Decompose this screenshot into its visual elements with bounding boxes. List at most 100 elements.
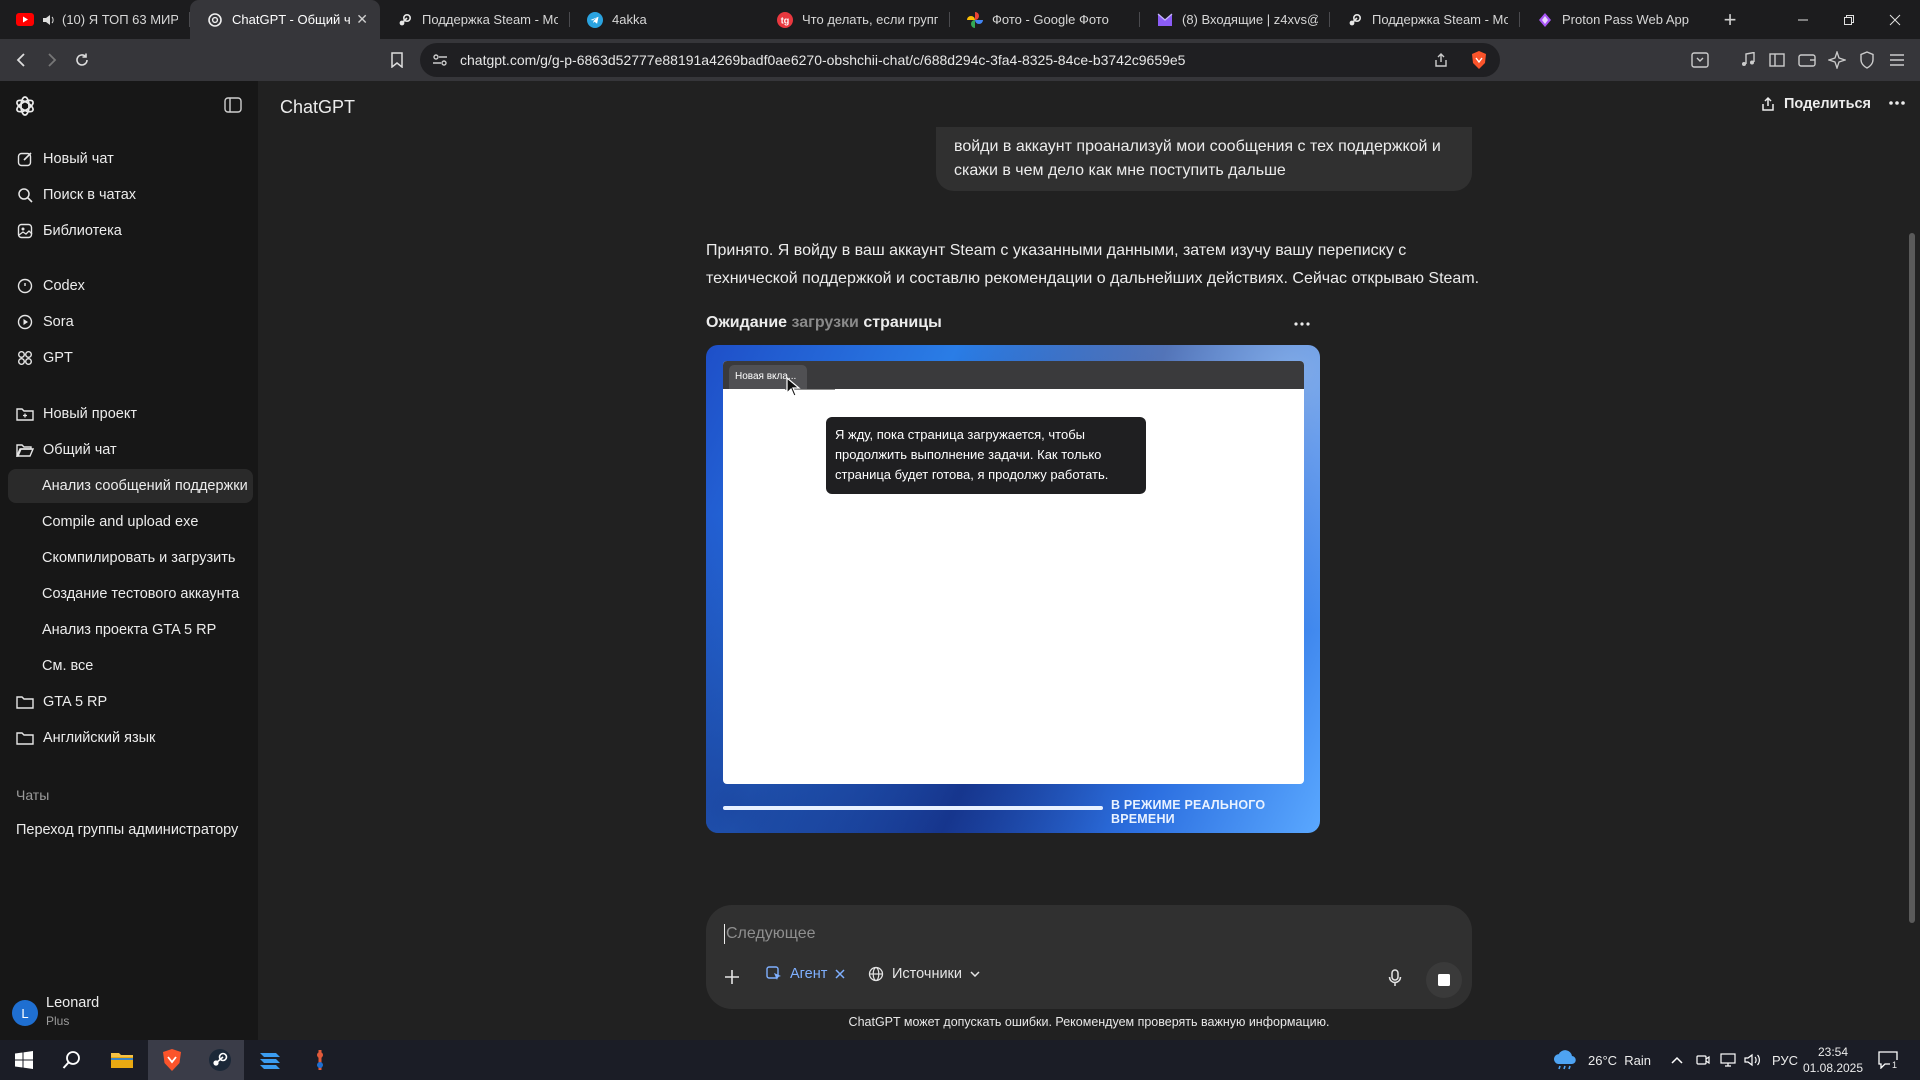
project-gta5rp[interactable]: GTA 5 RP xyxy=(8,685,253,719)
assistant-message: Принято. Я войду в ваш аккаунт Steam с у… xyxy=(706,242,1480,287)
share-page-icon[interactable] xyxy=(1433,52,1449,68)
minimize-icon[interactable] xyxy=(1780,0,1826,39)
site-settings-icon[interactable] xyxy=(432,53,448,67)
speaker-icon[interactable] xyxy=(42,11,56,29)
library-button[interactable]: Библиотека xyxy=(8,214,253,248)
browser-tab-active[interactable]: ChatGPT - Общий чат ✕ xyxy=(190,0,380,39)
user-menu[interactable]: L Leonard Plus xyxy=(12,995,252,1035)
url-text: chatgpt.com/g/g-p-6863d52777e88191a4269b… xyxy=(460,52,1186,68)
visual-studio-icon[interactable] xyxy=(246,1040,294,1080)
disclaimer-text: ChatGPT может допускать ошибки. Рекоменд… xyxy=(848,1015,1330,1029)
browser-tab[interactable]: Поддержка Steam - Мои xyxy=(1330,0,1520,39)
new-project-button[interactable]: Новый проект xyxy=(8,397,253,431)
menu-icon[interactable] xyxy=(1885,48,1909,72)
chevron-down-icon xyxy=(970,971,980,977)
leo-ai-icon[interactable] xyxy=(1825,48,1849,72)
share-icon xyxy=(1760,96,1776,112)
file-explorer-icon[interactable] xyxy=(98,1040,146,1080)
restore-icon[interactable] xyxy=(1826,0,1872,39)
project-chat-item-active[interactable]: Анализ сообщений поддержки xyxy=(8,469,253,503)
agent-mode-chip[interactable]: Агент xyxy=(766,966,845,982)
project-chat-item[interactable]: Создание тестового аккаунта xyxy=(8,577,253,611)
composer-placeholder[interactable]: Следующее xyxy=(726,925,816,943)
steam-app-icon[interactable] xyxy=(196,1040,244,1080)
project-english[interactable]: Английский язык xyxy=(8,721,253,755)
proton-pass-icon xyxy=(1536,11,1554,29)
vpn-shield-icon[interactable] xyxy=(1855,48,1879,72)
microphone-icon[interactable] xyxy=(1388,969,1402,987)
steam-icon xyxy=(396,11,414,29)
brave-browser-icon[interactable] xyxy=(148,1040,196,1080)
stop-button[interactable] xyxy=(1426,962,1462,998)
language-indicator[interactable]: РУС xyxy=(1772,1040,1798,1080)
volume-icon[interactable] xyxy=(1744,1040,1762,1080)
git-app-icon[interactable] xyxy=(296,1040,344,1080)
browser-tab[interactable]: Поддержка Steam - Мои xyxy=(380,0,570,39)
back-icon[interactable] xyxy=(10,48,34,72)
chat-list-item[interactable]: Переход группы администратору xyxy=(8,813,253,847)
google-photos-icon xyxy=(966,11,984,29)
more-options-icon[interactable] xyxy=(1888,100,1906,106)
media-icon[interactable] xyxy=(1736,48,1760,72)
browser-tab[interactable]: tg Что делать, если группа и xyxy=(760,0,950,39)
stop-icon xyxy=(1438,974,1450,986)
windows-start-icon[interactable] xyxy=(0,1040,48,1080)
network-icon[interactable] xyxy=(1720,1040,1736,1080)
user-plan: Plus xyxy=(46,1014,70,1028)
new-tab-button[interactable]: + xyxy=(1710,0,1750,39)
wallet-icon[interactable] xyxy=(1795,48,1819,72)
openai-logo-icon[interactable] xyxy=(14,95,36,117)
browser-tab[interactable]: 4akka xyxy=(570,0,760,39)
close-tab-icon[interactable]: ✕ xyxy=(356,11,368,28)
scrollbar-thumb[interactable] xyxy=(1909,233,1915,923)
sources-dropdown[interactable]: Источники xyxy=(868,966,980,982)
agent-tooltip: Я жду, пока страница загружается, чтобы … xyxy=(826,417,1146,494)
search-icon xyxy=(16,186,34,204)
bookmark-icon[interactable] xyxy=(385,48,409,72)
chatgpt-sidebar: Новый чат Поиск в чатах Библиотека Codex… xyxy=(0,81,258,1040)
agent-options-icon[interactable] xyxy=(1293,321,1311,327)
clock[interactable]: 23:54 01.08.2025 xyxy=(1803,1040,1863,1080)
search-chats-button[interactable]: Поиск в чатах xyxy=(8,178,253,212)
notifications-icon[interactable]: 1 xyxy=(1878,1040,1900,1080)
address-bar[interactable]: chatgpt.com/g/g-p-6863d52777e88191a4269b… xyxy=(420,43,1500,77)
sidebar-toggle-icon[interactable] xyxy=(1765,48,1789,72)
close-sidebar-icon[interactable] xyxy=(224,97,242,113)
new-chat-button[interactable]: Новый чат xyxy=(8,142,253,176)
search-icon[interactable] xyxy=(48,1040,96,1080)
share-button[interactable]: Поделиться xyxy=(1760,96,1871,112)
reading-mode-icon[interactable] xyxy=(1688,48,1712,72)
chevron-up-icon[interactable] xyxy=(1671,1040,1683,1080)
rain-cloud-icon xyxy=(1552,1050,1578,1070)
agent-browser-screenshot: Новая вкла... Я жду, пока страница загру… xyxy=(723,361,1304,784)
project-chat-item[interactable]: Анализ проекта GTA 5 RP xyxy=(8,613,253,647)
cursor-icon xyxy=(786,377,802,397)
sidebar-item-gpt[interactable]: GPT xyxy=(8,341,253,375)
steam-icon xyxy=(1346,11,1364,29)
forward-icon[interactable] xyxy=(39,48,63,72)
browser-tab[interactable]: Фото - Google Фото xyxy=(950,0,1140,39)
project-chat-item[interactable]: Compile and upload exe xyxy=(8,505,253,539)
remove-agent-icon[interactable] xyxy=(835,969,845,979)
codex-icon xyxy=(16,277,34,295)
sidebar-item-codex[interactable]: Codex xyxy=(8,269,253,303)
project-obshchii-chat[interactable]: Общий чат xyxy=(8,433,253,467)
close-window-icon[interactable] xyxy=(1872,0,1918,39)
see-all-link[interactable]: См. все xyxy=(8,649,253,683)
page-title: ChatGPT xyxy=(280,97,356,117)
weather-widget[interactable]: 26°C Rain xyxy=(1552,1040,1651,1080)
meet-now-icon[interactable] xyxy=(1696,1040,1710,1080)
youtube-icon xyxy=(16,11,34,29)
browser-tab[interactable]: (8) Входящие | z4xvs@pro xyxy=(1140,0,1330,39)
project-chat-item[interactable]: Скомпилировать и загрузить xyxy=(8,541,253,575)
brave-shields-icon[interactable] xyxy=(1470,50,1488,70)
reload-icon[interactable] xyxy=(70,48,94,72)
browser-tab[interactable]: Proton Pass Web App xyxy=(1520,0,1710,39)
add-attachment-icon[interactable] xyxy=(724,969,740,985)
user-message: войди в аккаунт проанализуй мои сообщени… xyxy=(936,127,1472,191)
sidebar-item-sora[interactable]: Sora xyxy=(8,305,253,339)
folder-icon xyxy=(16,693,34,711)
browser-tab[interactable]: (10) Я ТОП 63 МИРА Г xyxy=(0,0,190,39)
agent-live-preview[interactable]: Новая вкла... Я жду, пока страница загру… xyxy=(706,345,1320,833)
message-composer[interactable]: Следующее Агент Источники xyxy=(706,905,1472,1009)
